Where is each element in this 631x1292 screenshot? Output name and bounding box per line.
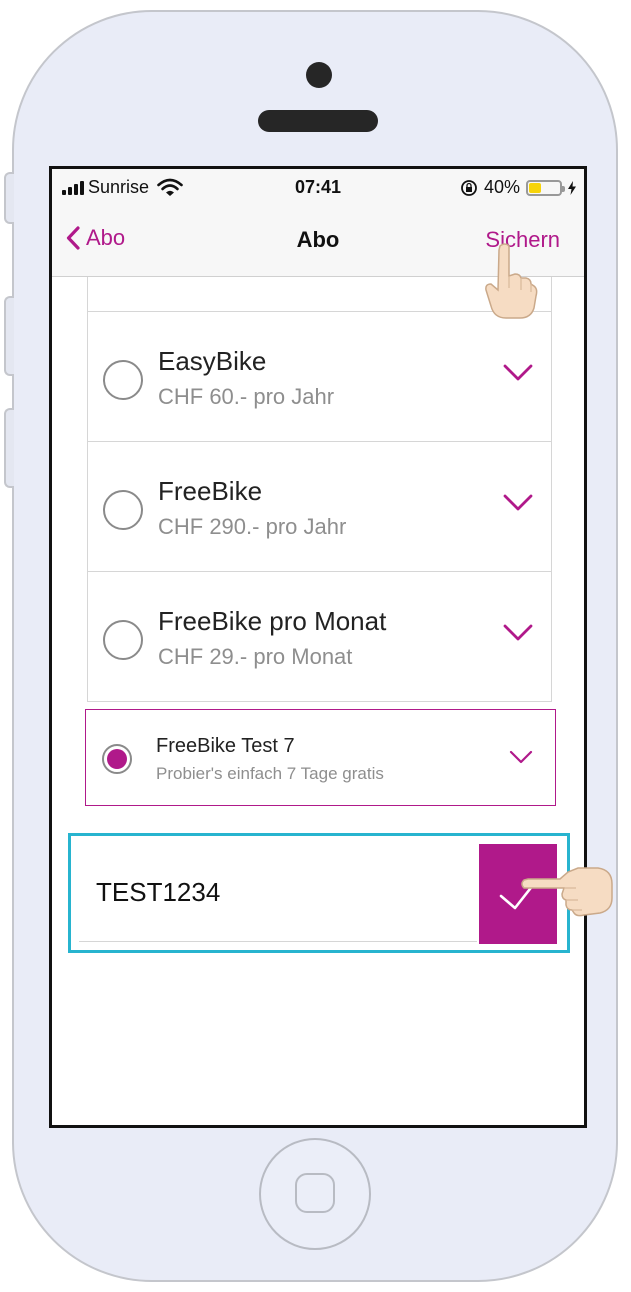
rotation-lock-icon <box>461 179 477 196</box>
status-right: 40% <box>460 177 576 198</box>
option-freebike[interactable]: FreeBike CHF 290.- pro Jahr <box>87 441 552 572</box>
option-price: CHF 290.- pro Jahr <box>158 514 347 539</box>
promo-code-highlight <box>68 833 570 953</box>
volume-down-button <box>4 408 14 488</box>
battery-level <box>529 182 541 193</box>
option-freebike-test-7[interactable]: FreeBike Test 7 Probier's einfach 7 Tage… <box>85 709 556 806</box>
option-freebike-pro-monat[interactable]: FreeBike pro Monat CHF 29.- pro Monat <box>87 571 552 702</box>
chevron-down-icon[interactable] <box>503 494 533 512</box>
option-price: CHF 29.- pro Monat <box>158 644 353 669</box>
home-button-square-icon <box>295 1173 335 1213</box>
battery-percent: 40% <box>483 177 520 197</box>
chevron-down-icon[interactable] <box>509 750 533 764</box>
charging-icon <box>568 180 576 195</box>
status-bar: Sunrise 07:41 40% <box>52 169 584 205</box>
earpiece-speaker <box>258 110 378 132</box>
option-name: FreeBike Test 7 <box>156 735 295 757</box>
pointing-hand-icon <box>485 243 538 319</box>
option-name: FreeBike <box>158 476 263 506</box>
radio-button[interactable] <box>103 620 143 660</box>
radio-dot <box>107 749 127 769</box>
mute-switch <box>4 172 14 224</box>
radio-button[interactable] <box>103 360 143 400</box>
pointing-hand-icon <box>521 867 613 917</box>
chevron-down-icon[interactable] <box>503 364 533 382</box>
radio-button-selected[interactable] <box>102 744 132 774</box>
option-name: EasyBike <box>158 346 267 376</box>
option-easybike[interactable]: EasyBike CHF 60.- pro Jahr <box>87 311 552 442</box>
option-price: CHF 60.- pro Jahr <box>158 384 335 409</box>
chevron-down-icon[interactable] <box>503 624 533 642</box>
promo-code-input[interactable] <box>79 844 477 942</box>
front-camera <box>306 62 332 88</box>
radio-button[interactable] <box>103 490 143 530</box>
option-name: FreeBike pro Monat <box>158 606 387 636</box>
battery-icon <box>526 179 565 196</box>
volume-up-button <box>4 296 14 376</box>
option-subtitle: Probier's einfach 7 Tage gratis <box>156 764 384 783</box>
